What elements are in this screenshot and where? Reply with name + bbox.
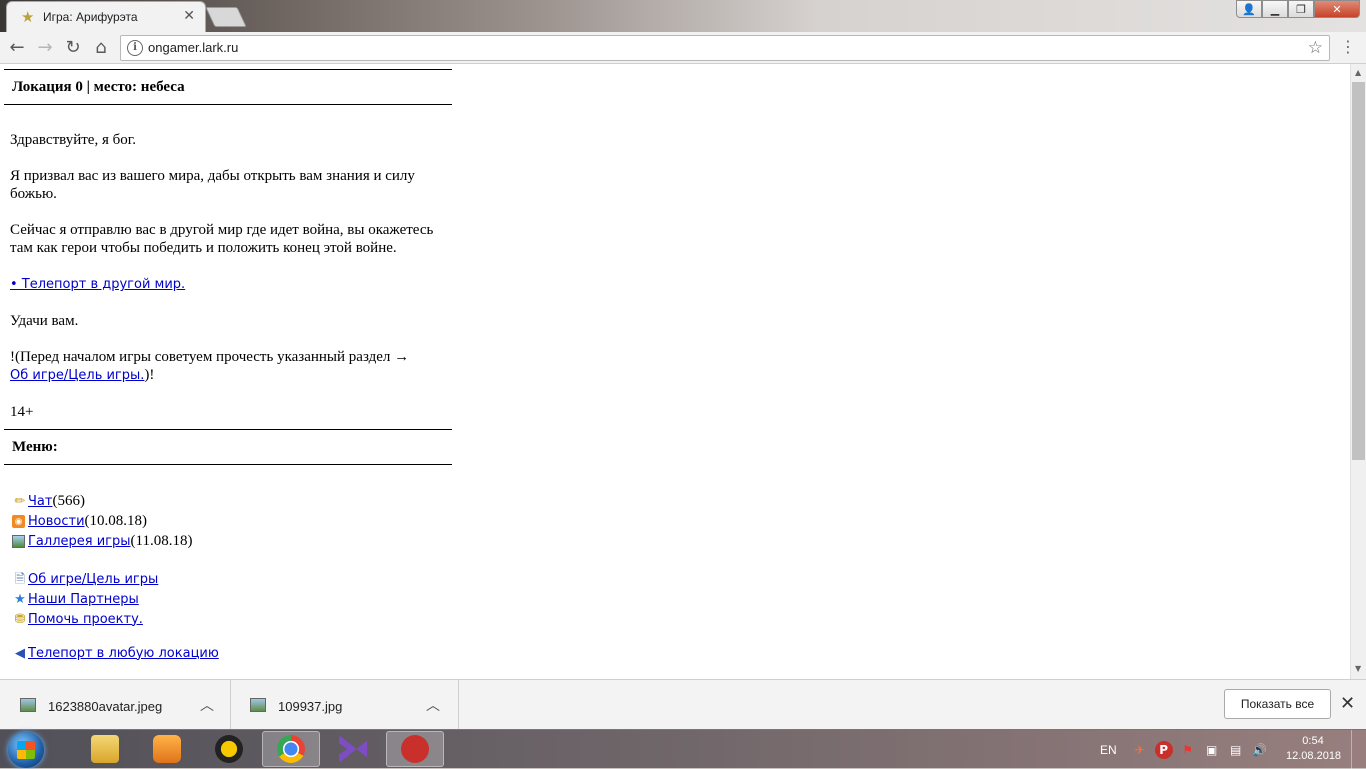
new-tab-button[interactable]: [205, 7, 247, 27]
window-controls: 👤 ▁ ❐ ✕: [1236, 0, 1360, 18]
age-rating: 14+: [10, 404, 34, 420]
about-link[interactable]: Об игре/Цель игры: [28, 572, 158, 587]
back-arrow-icon[interactable]: ←: [6, 37, 28, 59]
clock-date: 12.08.2018: [1286, 750, 1342, 762]
star-favicon-icon: ★: [21, 8, 35, 26]
scrollbar-thumb[interactable]: [1352, 82, 1365, 460]
war-paragraph: Сейчас я отправлю вас в другой мир где и…: [10, 222, 434, 256]
page-viewport: Локация 0 | место: небеса Здравствуйте, …: [0, 64, 1350, 679]
blue-star-icon: ★: [14, 591, 26, 606]
show-all-button[interactable]: Показать все: [1224, 689, 1331, 719]
menu-item-teleport-any: ◀ Телепорт в любую локацию: [12, 643, 452, 663]
tab-close-icon[interactable]: ✕: [183, 8, 195, 24]
tray-flag-icon[interactable]: ⚑: [1179, 741, 1197, 759]
menu-item-donate: ⛃ Помочь проекту.: [12, 609, 452, 629]
tab-title: Игра: Арифурэта: [43, 10, 138, 24]
visual-studio-icon: [339, 735, 367, 763]
chrome-icon: [277, 735, 305, 763]
show-desktop-button[interactable]: [1351, 730, 1366, 769]
chevron-up-icon[interactable]: ︿: [426, 695, 440, 715]
info-icon[interactable]: i: [127, 40, 143, 56]
maximize-icon[interactable]: ❐: [1288, 0, 1314, 18]
partners-link[interactable]: Наши Партнеры: [28, 592, 139, 607]
browser-tab[interactable]: ★ Игра: Арифурэта ✕: [6, 1, 206, 32]
menu-item-about: 🗎 Об игре/Цель игры: [12, 569, 452, 589]
browser-menu-icon[interactable]: ⋮: [1340, 38, 1356, 56]
start-button[interactable]: [8, 732, 44, 768]
pencil-icon: ✏: [14, 493, 26, 508]
taskbar-chrome[interactable]: [262, 731, 320, 767]
image-file-icon: [250, 698, 266, 712]
page-content: Локация 0 | место: небеса Здравствуйте, …: [4, 64, 452, 663]
volume-icon[interactable]: 🔊: [1251, 741, 1269, 759]
media-player-icon: [153, 735, 181, 763]
downloads-bar: 1623880avatar.jpeg ︿ 109937.jpg ︿ Показа…: [0, 679, 1366, 730]
address-bar[interactable]: i ongamer.lark.ru ☆: [120, 35, 1330, 61]
teleport-link[interactable]: • Телепорт в другой мир.: [10, 277, 185, 292]
good-luck-text: Удачи вам.: [10, 313, 79, 329]
profile-icon[interactable]: 👤: [1236, 0, 1262, 18]
clock-time: 0:54: [1302, 735, 1324, 747]
menu-header: Меню:: [4, 429, 452, 465]
about-game-link[interactable]: Об игре/Цель игры.: [10, 368, 144, 383]
reload-icon[interactable]: ↻: [62, 37, 84, 59]
tray-device-icon[interactable]: ▣: [1203, 741, 1221, 759]
browser-toolbar: ← → ↻ ⌂ i ongamer.lark.ru ☆ ⋮: [0, 32, 1366, 64]
advice-text: !(Перед началом игры советуем прочесть у…: [10, 349, 410, 383]
forward-arrow-icon[interactable]: →: [34, 37, 56, 59]
home-icon[interactable]: ⌂: [90, 37, 112, 59]
taskbar-media-player[interactable]: [138, 731, 196, 767]
menu-item-chat: ✏ Чат (566): [12, 491, 452, 511]
taskbar-psiphon[interactable]: [386, 731, 444, 767]
news-link[interactable]: Новости: [28, 514, 85, 529]
teleport-any-link[interactable]: Телепорт в любую локацию: [28, 646, 219, 661]
window-close-icon[interactable]: ✕: [1314, 0, 1360, 18]
coins-icon: ⛃: [14, 611, 26, 626]
greeting-text: Здравствуйте, я бог.: [10, 132, 136, 148]
chevron-up-icon[interactable]: ︿: [200, 695, 214, 715]
intro-paragraph: Я призвал вас из вашего мира, дабы откры…: [10, 168, 415, 202]
close-downloads-icon[interactable]: ✕: [1340, 693, 1355, 714]
scroll-down-icon[interactable]: ▼: [1355, 664, 1361, 673]
location-header: Локация 0 | место: небеса: [4, 69, 452, 105]
clock[interactable]: 0:54 12.08.2018: [1286, 734, 1342, 764]
image-file-icon: [20, 698, 36, 712]
document-icon: 🗎: [14, 571, 26, 586]
menu-item-news: ◉ Новости (10.08.18): [12, 511, 452, 531]
menu-item-gallery: Галлерея игры (11.08.18): [12, 531, 452, 551]
folder-icon: [91, 735, 119, 763]
scroll-up-icon[interactable]: ▲: [1355, 68, 1361, 77]
rss-icon: ◉: [12, 514, 25, 528]
title-bar: ★ Игра: Арифурэта ✕ 👤 ▁ ❐ ✕: [0, 0, 1366, 32]
download-filename[interactable]: 1623880avatar.jpeg: [48, 699, 162, 714]
bookmark-star-icon[interactable]: ☆: [1308, 38, 1323, 58]
gallery-link[interactable]: Галлерея игры: [28, 534, 131, 549]
back-arrow-blue-icon: ◀: [15, 645, 25, 660]
tray-psiphon-icon[interactable]: P: [1154, 740, 1173, 759]
download-item[interactable]: 1623880avatar.jpeg ︿: [0, 680, 231, 730]
download-item[interactable]: 109937.jpg ︿: [230, 680, 459, 730]
url-text[interactable]: ongamer.lark.ru: [148, 40, 238, 55]
triangle-app-icon: [215, 735, 243, 763]
network-icon[interactable]: ▤: [1227, 741, 1245, 759]
psiphon-icon: [401, 735, 429, 763]
menu-item-partners: ★ Наши Партнеры: [12, 589, 452, 609]
vertical-scrollbar[interactable]: ▲ ▼: [1350, 64, 1366, 679]
system-tray: EN ✈ P ⚑ ▣ ▤ 🔊: [1094, 730, 1275, 769]
donate-link[interactable]: Помочь проекту.: [28, 612, 143, 627]
taskbar-explorer[interactable]: [76, 731, 134, 767]
taskbar: EN ✈ P ⚑ ▣ ▤ 🔊 0:54 12.08.2018: [0, 729, 1366, 769]
download-filename[interactable]: 109937.jpg: [278, 699, 342, 714]
taskbar-app[interactable]: [200, 731, 258, 767]
windows-logo-icon: [17, 741, 35, 759]
language-indicator[interactable]: EN: [1100, 743, 1117, 757]
minimize-icon[interactable]: ▁: [1262, 0, 1288, 18]
tray-app-icon[interactable]: ✈: [1131, 741, 1149, 759]
taskbar-visual-studio[interactable]: [324, 731, 382, 767]
picture-icon: [12, 534, 25, 548]
chat-link[interactable]: Чат: [28, 494, 52, 509]
